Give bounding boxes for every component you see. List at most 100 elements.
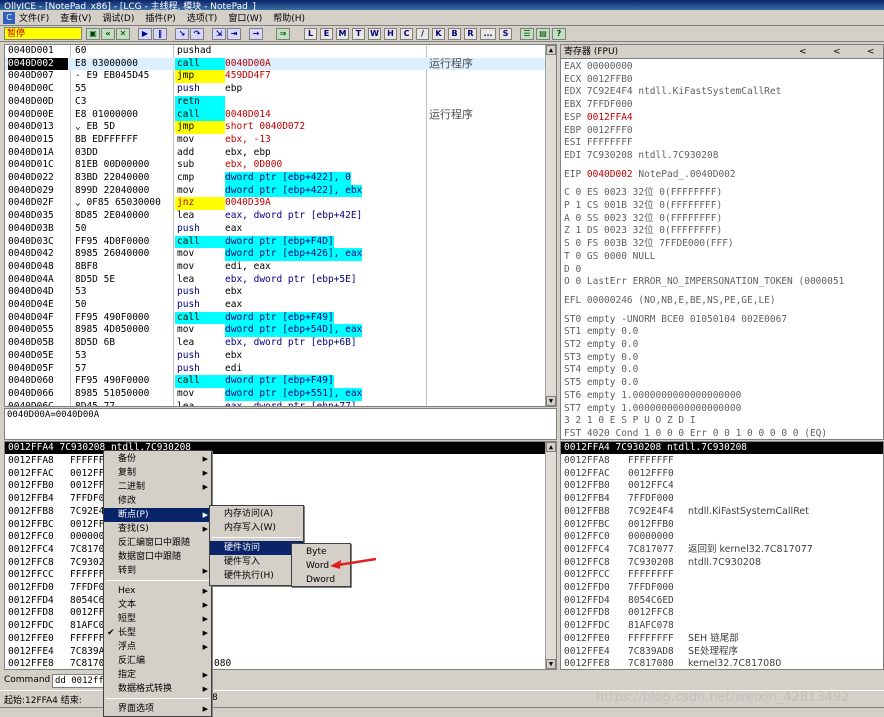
disassembly-row[interactable]: 0040D05F 57 push edi — [5, 363, 545, 376]
menu-item[interactable]: 转到 ▶ — [104, 564, 211, 578]
disassembly-row[interactable]: 0040D015 BB EDFFFFFF mov ebx, -13 — [5, 134, 545, 147]
menu-item[interactable]: 断点(P) ▶ — [104, 508, 211, 522]
open-icon[interactable]: ▣ — [86, 28, 100, 40]
dump-row[interactable]: 0012FFC4 7C8170 — [8, 544, 104, 557]
stack-row[interactable]: 0012FFDC 81AFC078 — [564, 620, 688, 633]
goto-icon[interactable]: ⇒ — [276, 28, 290, 40]
disassembly-row[interactable]: 0040D022 83BD 22040000 cmp dword ptr [ebp+4… — [5, 172, 545, 185]
toolbar-btn-b[interactable]: B — [448, 28, 461, 40]
disassembly-row[interactable]: 0040D04F FF95 490F0000 call dword ptr [ebp+… — [5, 311, 545, 325]
stack-row[interactable]: 0012FFC8 7C930208 ntdll.7C930208 — [564, 557, 761, 570]
stack-row[interactable]: 0012FFD4 8054C6ED — [564, 595, 688, 608]
stack-row[interactable]: 0012FFE4 7C839AD8 SE处理程序 — [564, 646, 738, 659]
dump-row[interactable]: 0012FFE4 7C839A — [8, 646, 104, 659]
menu-item[interactable]: 反汇编窗口中跟随 — [104, 536, 211, 550]
stack-row[interactable]: 0012FFBC 0012FFB0 — [564, 519, 688, 532]
menu-item[interactable]: 硬件执行(H) — [210, 569, 303, 583]
dump-row[interactable]: 0012FFE8 7C8170 080 — [8, 658, 231, 669]
disassembly-row[interactable]: 0040D04A 8D5D 5E lea ebx, dword ptr [ebp+5E… — [5, 274, 545, 287]
scroll-up-icon[interactable]: ▲ — [546, 442, 556, 452]
disassembly-row[interactable]: 0040D04D 53 push ebx — [5, 286, 545, 299]
stack-row[interactable]: 0012FFB8 7C92E4F4 ntdll.KiFastSystemCallRe… — [564, 506, 809, 519]
menu-item[interactable]: 短型 ▶ — [104, 612, 211, 626]
stack-row[interactable]: 0012FFC4 7C817077 返回到 kernel32.7C817077 — [564, 544, 813, 557]
disassembly-row[interactable]: 0040D02F ⌄ 0F85 65030000 jnz 0040D39A — [5, 197, 545, 211]
scroll-down-icon[interactable]: ▼ — [546, 396, 556, 406]
menu-item[interactable]: 浮点 ▶ — [104, 640, 211, 654]
menu-item[interactable]: 内存访问(A) — [210, 507, 303, 521]
toolbar-btn-c[interactable]: C — [400, 28, 413, 40]
menu-item[interactable]: Dword — [292, 573, 350, 587]
toolbar-btn-k[interactable]: K — [432, 28, 445, 40]
disassembly-row[interactable]: 0040D042 8985 26040000 mov dword ptr [ebp+4… — [5, 248, 545, 261]
menu-item[interactable]: 数据窗口中跟随 — [104, 550, 211, 564]
dump-scrollbar[interactable]: ▲ ▼ — [545, 442, 556, 669]
help-icon[interactable]: ? — [552, 28, 566, 40]
pause-icon[interactable]: ‖ — [153, 28, 167, 40]
stack-row[interactable]: 0012FFD0 7FFDF000 — [564, 582, 688, 595]
toolbar-btn-m[interactable]: M — [336, 28, 349, 40]
dump-row[interactable]: 0012FFDC 81AFC0 — [8, 620, 104, 633]
step-over-icon[interactable]: ↷ — [190, 28, 204, 40]
disassembly-row[interactable]: 0040D060 FF95 490F0000 call dword ptr [ebp+… — [5, 375, 545, 388]
disassembly-row[interactable]: 0040D048 8BF8 mov edi, eax — [5, 261, 545, 274]
menu-item[interactable]: 二进制 ▶ — [104, 480, 211, 494]
toolbar-btn-e[interactable]: E — [320, 28, 333, 40]
list-icon[interactable]: ☰ — [520, 28, 534, 40]
menu-item[interactable]: 反汇编 — [104, 654, 211, 668]
menu-item[interactable]: 指定 ▶ — [104, 668, 211, 682]
menu-item[interactable]: 查找(S) ▶ — [104, 522, 211, 536]
menu-item[interactable]: 长型 ✔ ▶ — [104, 626, 211, 640]
dump-row[interactable]: 0012FFE0 FFFFFF — [8, 633, 104, 646]
toolbar-btn-slash[interactable]: / — [416, 28, 429, 40]
menu-item[interactable]: 修改 — [104, 494, 211, 508]
stack-row[interactable]: 0012FFB0 0012FFC4 — [564, 480, 688, 493]
menu-item[interactable]: 内存写入(W) — [210, 521, 303, 535]
stack-row[interactable]: 0012FFE0 FFFFFFFF SEH 链尾部 — [564, 633, 739, 646]
disassembly-row[interactable]: 0040D00C 55 push ebp — [5, 83, 545, 96]
nav-left-icon[interactable]: < — [833, 45, 841, 59]
close-icon[interactable]: ✕ — [116, 28, 130, 40]
menu-debug[interactable]: 调试(D) — [102, 11, 134, 24]
step-into-icon[interactable]: ↘ — [175, 28, 189, 40]
menu-plugins[interactable]: 插件(P) — [145, 11, 175, 24]
dump-row[interactable]: 0012FFCC FFFFFF — [8, 569, 104, 582]
registers-pane[interactable]: 寄存器 (FPU) < < < EAX 00000000 ECX 0012FFB0… — [560, 44, 884, 440]
disassembly-row[interactable]: 0040D03B 50 push eax — [5, 223, 545, 236]
toolbar-btn-r[interactable]: R — [464, 28, 477, 40]
toolbar-btn-s[interactable]: S — [499, 28, 512, 40]
disassembly-row[interactable]: 0040D066 8985 51050000 mov dword ptr [ebp+5… — [5, 387, 545, 401]
menu-window[interactable]: 窗口(W) — [228, 11, 262, 24]
toolbar-btn-more[interactable]: ... — [480, 28, 496, 40]
disassembly-row[interactable]: 0040D029 899D 22040000 mov dword ptr [ebp+4… — [5, 184, 545, 198]
disassembly-scrollbar[interactable]: ▲ ▼ — [545, 45, 556, 406]
disassembly-row[interactable]: 0040D05B 8D5D 6B lea ebx, dword ptr [ebp+6B… — [5, 337, 545, 350]
disassembly-pane[interactable]: 0040D001 60 pushad 0040D002 E8 03000000 call 0… — [4, 44, 557, 407]
trace-into-icon[interactable]: ⇲ — [212, 28, 226, 40]
run-icon[interactable]: ▶ — [138, 28, 152, 40]
disassembly-row[interactable]: 0040D06C 8D45 77 lea eax, dword ptr [ebp+77… — [5, 401, 545, 406]
disassembly-row[interactable]: 0040D01C 81EB 00D00000 sub ebx, 0D000 — [5, 159, 545, 172]
menu-item[interactable]: 硬件写入▶ — [210, 555, 303, 569]
dump-row[interactable]: 0012FFC8 7C9302 — [8, 557, 104, 570]
stack-row[interactable]: 0012FFC0 00000000 — [564, 531, 688, 544]
dump-row[interactable]: 0012FFC0 000000 — [8, 531, 104, 544]
disassembly-row[interactable]: 0040D035 8D85 2E040000 lea eax, dword ptr [… — [5, 210, 545, 223]
restart-icon[interactable]: « — [101, 28, 115, 40]
dump-row[interactable]: 0012FFB0 0012FF — [8, 480, 104, 493]
stack-row[interactable]: 0012FFE8 7C817080 kernel32.7C817080 — [564, 658, 781, 669]
menu-item[interactable]: Hex ▶ — [104, 584, 211, 598]
dump-row[interactable]: 0012FFD0 7FFDF0 — [8, 582, 104, 595]
menu-item[interactable]: 界面选项 ▶ — [104, 702, 211, 716]
disassembly-row[interactable]: 0040D01A 03DD add ebx, ebp — [5, 147, 545, 160]
nav-left-icon[interactable]: < — [799, 45, 807, 59]
dump-row[interactable]: 0012FFD8 0012FF — [8, 607, 104, 620]
menu-options[interactable]: 选项(T) — [187, 11, 218, 24]
disassembly-row[interactable]: 0040D04E 50 push eax — [5, 299, 545, 312]
disassembly-row[interactable]: 0040D03C FF95 4D0F0000 call dword ptr [ebp+… — [5, 235, 545, 249]
dump-row[interactable]: 0012FFBC 0012FF — [8, 519, 104, 532]
menu-item[interactable]: 硬件访问▶ — [210, 541, 303, 555]
disassembly-row[interactable]: 0040D007 - E9 EB045D45 jmp 459DD4F7 — [5, 70, 545, 84]
stack-row[interactable]: 0012FFAC 0012FFF0 — [564, 468, 688, 481]
menu-item[interactable]: 备份 ▶ — [104, 452, 211, 466]
